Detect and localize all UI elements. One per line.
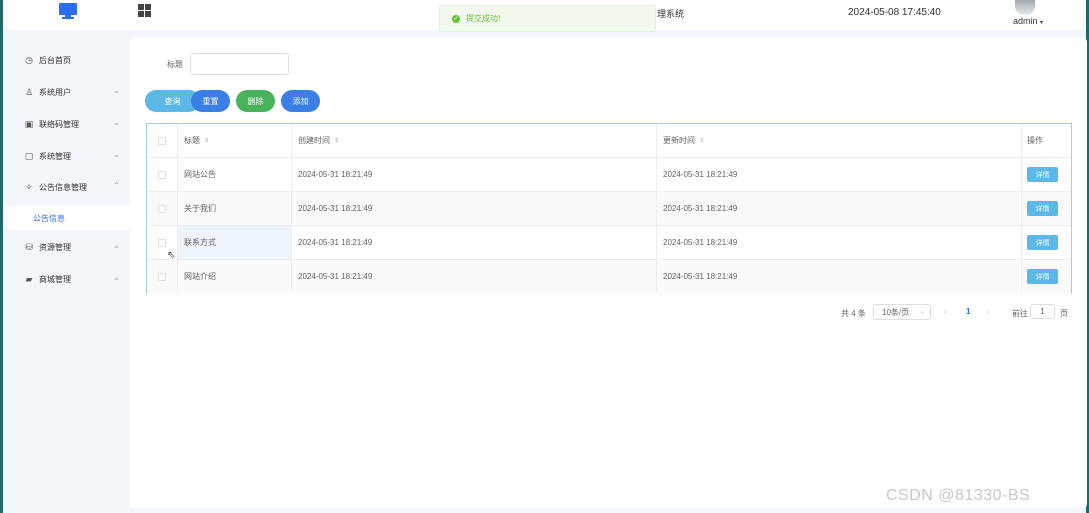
cell-title: 关于我们 [178, 192, 292, 225]
menu-grid-icon[interactable] [138, 4, 151, 17]
cell-title: 网站公告 [178, 158, 292, 191]
sidebar-item-label: 公告信息 [33, 213, 65, 223]
next-page-icon[interactable]: › [987, 307, 990, 316]
row-checkbox[interactable] [158, 238, 166, 247]
page-unit-label: 页 [1060, 309, 1068, 318]
cell-updated: 2024-05-31 18:21:49 [657, 226, 1022, 259]
column-created[interactable]: 创建时间 ⇕ [292, 124, 657, 157]
add-button[interactable]: 添加 [281, 90, 320, 112]
cell-title: 网站介绍 [178, 260, 292, 293]
sort-icon[interactable]: ⇕ [204, 137, 209, 144]
sidebar-item-label: 公告信息管理 [39, 182, 87, 192]
table-row[interactable]: 联系方式 2024-05-31 18:21:49 2024-05-31 18:2… [147, 226, 1071, 260]
pagination-total: 共 4 条 [841, 309, 866, 318]
cell-created: 2024-05-31 18:21:49 [292, 192, 657, 225]
column-operation-label: 操作 [1027, 136, 1043, 145]
column-created-label: 创建时间 [298, 136, 330, 145]
system-title: 理系统 [657, 9, 685, 19]
check-circle-icon: ✓ [452, 14, 460, 23]
sidebar-item-label: 后台首页 [39, 55, 71, 65]
sidebar-item-label: 资源管理 [39, 242, 71, 252]
row-checkbox[interactable] [158, 272, 166, 281]
clock-icon: ◷ [25, 54, 33, 65]
detail-button[interactable]: 详情 [1027, 201, 1058, 216]
row-checkbox[interactable] [158, 204, 166, 213]
sidebar-item-resource-management[interactable]: ⛁ 资源管理 ⌄ [3, 237, 130, 257]
announcement-table: 标题 ⇕ 创建时间 ⇕ 更新时间 ⇕ 操作 网站公告 2024-05-31 18… [146, 123, 1072, 294]
delete-button[interactable]: 删除 [236, 90, 275, 112]
table-row[interactable]: 网站公告 2024-05-31 18:21:49 2024-05-31 18:2… [147, 158, 1071, 192]
sidebar-item-announcement-info[interactable]: 公告信息 [3, 206, 130, 230]
column-updated[interactable]: 更新时间 ⇕ [657, 124, 1022, 157]
cell-updated: 2024-05-31 18:21:49 [657, 260, 1022, 293]
column-title[interactable]: 标题 ⇕ [178, 124, 292, 157]
column-title-label: 标题 [184, 136, 200, 145]
sidebar: ◷ 后台首页 ♙ 系统用户 ⌄ ▣ 联络码管理 ⌄ ▢ 系统管理 ⌄ ✧ 公告信… [3, 30, 130, 513]
username: admin [1013, 16, 1038, 26]
cell-created: 2024-05-31 18:21:49 [292, 226, 657, 259]
sidebar-item-shop-management[interactable]: ▰ 商城管理 ⌄ [3, 269, 130, 289]
sort-icon[interactable]: ⇕ [334, 137, 339, 144]
cell-created: 2024-05-31 18:21:49 [292, 260, 657, 293]
page-size-select[interactable]: 10条/页 ⌄ [873, 304, 931, 320]
chevron-down-icon: ⌄ [919, 309, 925, 315]
sidebar-item-label: 联络码管理 [39, 119, 79, 129]
sidebar-item-home[interactable]: ◷ 后台首页 [3, 50, 130, 70]
page-size-value: 10条/页 [882, 307, 910, 317]
row-checkbox[interactable] [158, 170, 166, 179]
title-search-input[interactable] [190, 53, 289, 75]
sidebar-item-announcement-management[interactable]: ✧ 公告信息管理 ⌃ [3, 177, 130, 197]
current-datetime: 2024-05-08 17:45:40 [848, 7, 941, 18]
card-icon: ▣ [24, 118, 34, 129]
table-row[interactable]: 网站介绍 2024-05-31 18:21:49 2024-05-31 18:2… [147, 260, 1071, 294]
chevron-down-icon: ⌄ [113, 86, 120, 95]
cell-title: 联系方式 [178, 226, 292, 259]
detail-button[interactable]: 详情 [1027, 235, 1058, 250]
title-search-label: 标题 [167, 60, 183, 69]
monitor-logo-icon[interactable] [59, 3, 77, 19]
page-number[interactable]: 1 [966, 307, 970, 316]
table-header-row: 标题 ⇕ 创建时间 ⇕ 更新时间 ⇕ 操作 [147, 124, 1071, 158]
announce-icon: ✧ [25, 181, 33, 192]
cell-updated: 2024-05-31 18:21:49 [657, 158, 1022, 191]
prev-page-icon[interactable]: ‹ [944, 307, 947, 316]
avatar[interactable] [1015, 0, 1035, 15]
user-icon: ♙ [24, 86, 34, 97]
select-all-checkbox[interactable] [158, 136, 166, 145]
caret-down-icon: ▾ [1040, 20, 1044, 26]
toast-message: 提交成功! [466, 14, 501, 23]
goto-label: 前往 [1012, 309, 1028, 318]
chevron-down-icon: ⌄ [113, 273, 120, 282]
sidebar-item-system-management[interactable]: ▢ 系统管理 ⌄ [3, 146, 130, 166]
cell-updated: 2024-05-31 18:21:49 [657, 192, 1022, 225]
chevron-down-icon: ⌄ [113, 241, 120, 250]
shop-icon: ▰ [25, 273, 33, 284]
cell-created: 2024-05-31 18:21:49 [292, 158, 657, 191]
chevron-down-icon: ⌄ [113, 118, 120, 127]
detail-button[interactable]: 详情 [1027, 269, 1058, 284]
sidebar-item-label: 系统用户 [39, 87, 71, 97]
column-operation: 操作 [1022, 124, 1071, 157]
chevron-down-icon: ⌄ [113, 150, 120, 159]
sort-icon[interactable]: ⇕ [699, 137, 704, 144]
folder-icon: ▢ [24, 150, 34, 161]
goto-page-input[interactable] [1030, 304, 1055, 319]
sidebar-item-system-users[interactable]: ♙ 系统用户 ⌄ [3, 82, 130, 102]
user-menu[interactable]: admin ▾ [1013, 16, 1043, 26]
detail-button[interactable]: 详情 [1027, 167, 1058, 182]
table-row[interactable]: 关于我们 2024-05-31 18:21:49 2024-05-31 18:2… [147, 192, 1071, 226]
mouse-pointer-icon: ⇖ [167, 250, 176, 261]
sidebar-item-label: 系统管理 [39, 151, 71, 161]
watermark: CSDN @81330-BS [886, 487, 1031, 504]
reset-button[interactable]: 重置 [191, 90, 230, 112]
chevron-up-icon: ⌃ [113, 181, 120, 190]
column-updated-label: 更新时间 [663, 136, 695, 145]
ticket-icon: ⛁ [25, 241, 33, 252]
sidebar-item-label: 商城管理 [39, 274, 71, 284]
main-panel: 标题 查询 重置 删除 添加 标题 ⇕ 创建时间 ⇕ 更新时间 ⇕ 操作 网站公… [130, 38, 1087, 508]
sidebar-item-code-management[interactable]: ▣ 联络码管理 ⌄ [3, 114, 130, 134]
success-toast: ✓ 提交成功! [439, 5, 656, 32]
